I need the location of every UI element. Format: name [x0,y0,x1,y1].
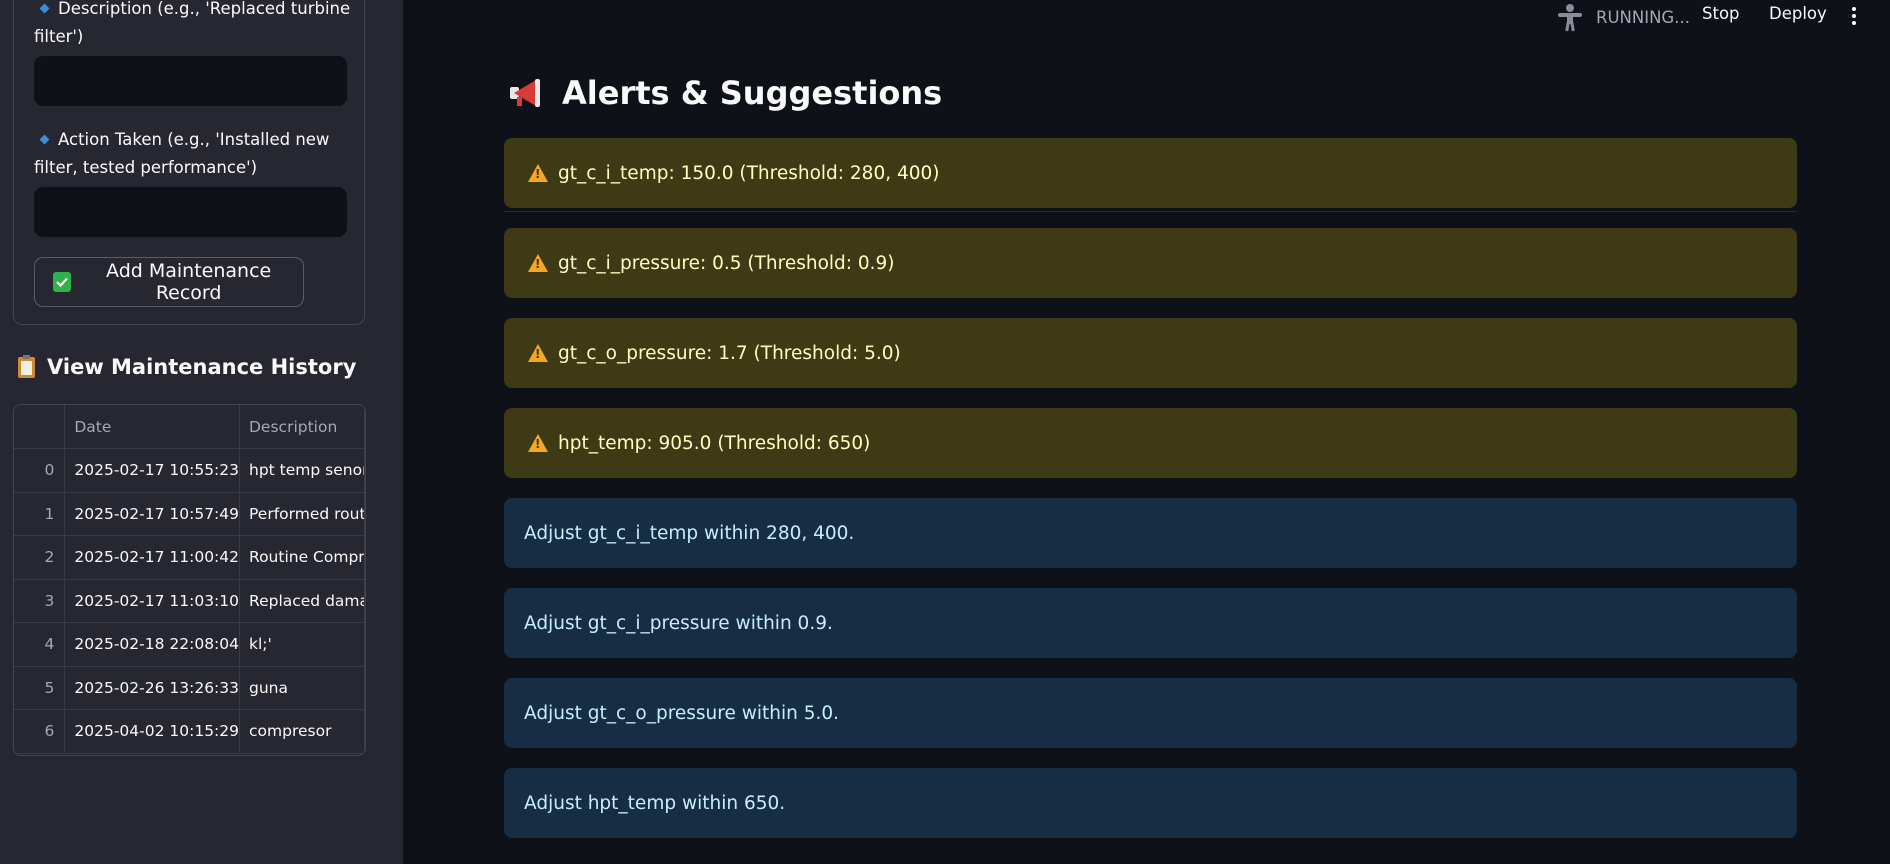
table-row[interactable]: 5 2025-02-26 13:26:33 guna [14,666,365,710]
warning-text: gt_c_o_pressure: 1.7 (Threshold: 5.0) [558,342,901,364]
row-description: guna [249,678,288,697]
row-date: 2025-02-17 10:55:23 [64,448,240,493]
row-index: 6 [14,709,66,754]
row-description: Replaced dama [249,591,365,610]
table-row[interactable]: 6 2025-04-02 10:15:29 compresor [14,709,365,754]
row-date: 2025-02-17 11:03:10 [64,579,240,623]
add-button-label: Add Maintenance Record [106,260,272,304]
row-date: 2025-02-17 10:57:49 [64,492,240,536]
row-date: 2025-02-26 13:26:33 [64,666,240,710]
diamond-bullet-icon [39,134,50,145]
warning-alert: hpt_temp: 905.0 (Threshold: 650) [504,408,1797,478]
person-icon [1558,4,1582,32]
running-status: RUNNING... [1558,4,1690,32]
clipboard-icon [18,354,35,378]
megaphone-icon [508,78,544,108]
page-title: Alerts & Suggestions [508,74,942,112]
warning-alert: gt_c_i_pressure: 0.5 (Threshold: 0.9) [504,228,1797,298]
suggestion-text: Adjust gt_c_o_pressure within 5.0. [524,702,840,724]
row-index: 3 [14,579,66,623]
warning-text: gt_c_i_pressure: 0.5 (Threshold: 0.9) [558,252,895,274]
suggestion-text: Adjust gt_c_i_pressure within 0.9. [524,612,833,634]
status-text: RUNNING... [1596,7,1690,27]
add-maintenance-record-button[interactable]: Add Maintenance Record [34,257,304,307]
history-table[interactable]: Date Description 0 2025-02-17 10:55:23 h… [13,404,366,756]
row-index: 5 [14,666,66,710]
suggestion-alert: Adjust gt_c_i_temp within 280, 400. [504,498,1797,568]
table-row[interactable]: 2 2025-02-17 11:00:42 Routine Compre [14,535,365,580]
row-index: 1 [14,492,66,536]
table-row[interactable]: 0 2025-02-17 10:55:23 hpt temp senor [14,448,365,493]
suggestion-alert: Adjust gt_c_o_pressure within 5.0. [504,678,1797,748]
suggestion-alert: Adjust gt_c_i_pressure within 0.9. [504,588,1797,658]
row-description: compresor [249,722,332,741]
table-row[interactable]: 1 2025-02-17 10:57:49 Performed rout [14,492,365,536]
warning-alert: gt_c_i_temp: 150.0 (Threshold: 280, 400) [504,138,1797,208]
warning-icon [528,344,548,362]
row-index: 0 [14,448,66,493]
row-date: 2025-04-02 10:15:29 [64,709,240,754]
stop-button[interactable]: Stop [1702,4,1740,23]
suggestion-text: Adjust hpt_temp within 650. [524,792,786,814]
column-header-description[interactable]: Description [239,405,365,449]
kebab-menu-icon[interactable] [1852,7,1856,28]
action-input[interactable] [34,187,347,237]
column-header-index[interactable] [14,405,66,449]
description-input[interactable] [34,56,347,106]
warning-icon [528,434,548,452]
row-description: hpt temp senor [249,461,365,480]
row-description: kl;' [249,635,272,654]
deploy-button[interactable]: Deploy [1769,4,1827,23]
diamond-bullet-icon [39,3,50,14]
action-field-label: Action Taken (e.g., 'Installed new filte… [34,130,330,177]
sidebar: Description (e.g., 'Replaced turbine fil… [0,0,403,864]
row-date: 2025-02-18 22:08:04 [64,622,240,667]
suggestion-alert: Adjust hpt_temp within 650. [504,768,1797,838]
row-description: Routine Compre [249,548,365,567]
suggestion-text: Adjust gt_c_i_temp within 280, 400. [524,522,855,544]
row-index: 4 [14,622,66,667]
row-description: Performed rout [249,504,365,523]
warning-icon [528,164,548,182]
table-header-row: Date Description [14,405,365,449]
checkbox-icon [53,272,72,292]
top-toolbar: RUNNING... Stop Deploy [403,0,1890,32]
warning-text: hpt_temp: 905.0 (Threshold: 650) [558,432,871,454]
column-header-date[interactable]: Date [64,405,240,449]
history-title: View Maintenance History [18,354,356,379]
warning-icon [528,254,548,272]
row-date: 2025-02-17 11:00:42 [64,535,240,580]
table-row[interactable]: 3 2025-02-17 11:03:10 Replaced dama [14,579,365,623]
table-row[interactable]: 4 2025-02-18 22:08:04 kl;' [14,622,365,667]
warning-text: gt_c_i_temp: 150.0 (Threshold: 280, 400) [558,162,940,184]
row-index: 2 [14,535,66,580]
description-field-label: Description (e.g., 'Replaced turbine fil… [34,0,351,46]
warning-alert: gt_c_o_pressure: 1.7 (Threshold: 5.0) [504,318,1797,388]
divider [504,211,1797,212]
